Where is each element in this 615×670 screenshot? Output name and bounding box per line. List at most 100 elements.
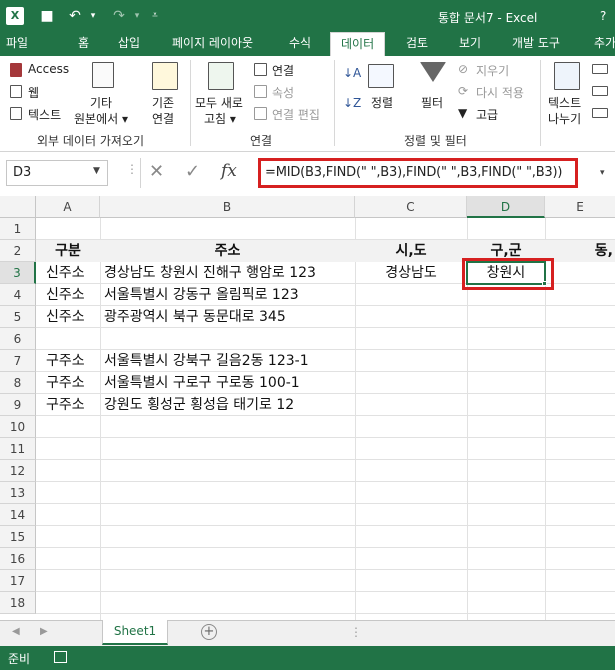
row-header[interactable]: 5 [0,306,36,328]
scroll-left-icon[interactable]: ◀ [12,626,20,637]
new-sheet-icon[interactable]: + [201,624,217,640]
grid-line [36,459,615,460]
header-cell-category[interactable]: 구분 [36,240,100,262]
from-text-button[interactable]: 텍스트 [28,106,61,123]
header-cell-address[interactable]: 주소 [100,240,355,262]
sort-button[interactable]: 정렬 [371,94,393,111]
row-header[interactable]: 10 [0,416,36,438]
sort-descending-icon[interactable]: ↓Z [343,96,361,110]
row-header[interactable]: 11 [0,438,36,460]
flash-fill-icon[interactable] [592,64,608,74]
tab-page-layout[interactable]: 페이지 레이아웃 [172,32,253,56]
row-header[interactable]: 18 [0,592,36,614]
row-header[interactable]: 15 [0,526,36,548]
column-header-d[interactable]: D [467,196,545,218]
help-icon[interactable]: ? [600,9,606,23]
tab-addins[interactable]: 추가 [594,32,615,56]
group-external-data: 외부 데이터 가져오기 [37,134,144,148]
column-header-a[interactable]: A [36,196,100,218]
existing-connections-label2[interactable]: 연결 [152,110,174,127]
sheet-tab-sheet1[interactable]: Sheet1 [102,620,168,645]
connections-button[interactable]: 연결 [272,62,294,79]
tab-data[interactable]: 데이터 [330,32,386,56]
enter-icon[interactable]: ✓ [185,161,200,182]
data-validation-icon[interactable] [592,108,608,118]
cell-category[interactable]: 구주소 [46,372,85,394]
select-all-button[interactable] [0,196,36,218]
row-header[interactable]: 2 [0,240,36,262]
edit-links-button[interactable]: 연결 편집 [272,106,320,123]
cell-category[interactable]: 신주소 [46,262,85,284]
cell-category[interactable]: 신주소 [46,284,85,306]
tab-insert[interactable]: 삽입 [118,32,140,56]
redo-dropdown-icon[interactable]: ▾ [128,7,146,25]
filter-button[interactable]: 필터 [421,94,443,111]
insert-function-icon[interactable]: fx [221,161,237,181]
column-header-e[interactable]: E [545,196,615,218]
row-header[interactable]: 1 [0,218,36,240]
title-bar: X ■ ↶ ▾ ↷ ▾ ⩡ 통합 문서7 - Excel ? [0,0,615,32]
remove-duplicates-icon[interactable] [592,86,608,96]
cell-province[interactable]: 경상남도 [355,262,467,284]
scroll-right-icon[interactable]: ▶ [40,626,48,637]
row-header[interactable]: 3 [0,262,36,284]
column-header-c[interactable]: C [355,196,467,218]
row-header[interactable]: 6 [0,328,36,350]
cancel-icon[interactable]: ✕ [149,161,164,182]
refresh-all-label1[interactable]: 모두 새로 [195,94,243,111]
column-header-b[interactable]: B [100,196,355,218]
reapply-button[interactable]: 다시 적용 [476,84,524,101]
other-sources-label1[interactable]: 기타 [90,94,112,111]
save-icon[interactable]: ■ [38,7,56,25]
row-header[interactable]: 12 [0,460,36,482]
refresh-all-label2[interactable]: 고침 ▾ [204,110,236,127]
sort-ascending-icon[interactable]: ↓A [343,66,361,80]
text-to-columns-label1[interactable]: 텍스트 [548,94,581,111]
tab-file[interactable]: 파일 [6,32,28,56]
row-header[interactable]: 9 [0,394,36,416]
tab-review[interactable]: 검토 [406,32,428,56]
name-box[interactable]: D3 ▼ [6,160,108,186]
undo-dropdown-icon[interactable]: ▾ [84,7,102,25]
cell-category[interactable]: 신주소 [46,306,85,328]
cell-address[interactable]: 강원도 횡성군 횡성읍 태기로 12 [104,394,294,416]
header-cell-province[interactable]: 시,도 [355,240,467,262]
row-header[interactable]: 7 [0,350,36,372]
header-cell-dong[interactable]: 동, [545,240,615,262]
name-box-dropdown-icon[interactable]: ▼ [93,166,100,176]
tab-developer[interactable]: 개발 도구 [512,32,560,56]
cell-address[interactable]: 서울특별시 강동구 올림픽로 123 [104,284,299,306]
tab-view[interactable]: 보기 [459,32,481,56]
cell-category[interactable]: 구주소 [46,350,85,372]
redo-icon[interactable]: ↷ [110,7,128,25]
tab-splitter-icon[interactable]: ⋮ [350,625,362,639]
undo-icon[interactable]: ↶ [66,7,84,25]
cell-address[interactable]: 서울특별시 강북구 길음2동 123-1 [104,350,309,372]
cell-address[interactable]: 서울특별시 구로구 구로동 100-1 [104,372,300,394]
row-header[interactable]: 16 [0,548,36,570]
web-button[interactable]: 웹 [28,84,39,101]
tab-home[interactable]: 홈 [78,32,89,56]
row-header[interactable]: 4 [0,284,36,306]
text-to-columns-label2[interactable]: 나누기 [548,110,581,127]
formula-expand-icon[interactable]: ▾ [600,168,605,178]
access-button[interactable]: Access [28,62,69,76]
cell-address[interactable]: 광주광역시 북구 동문대로 345 [104,306,286,328]
formula-bar-grip-icon: ⋮ [126,162,138,176]
grid-line [36,591,615,592]
row-header[interactable]: 17 [0,570,36,592]
row-header[interactable]: 14 [0,504,36,526]
existing-connections-label1[interactable]: 기존 [152,94,174,111]
row-header[interactable]: 8 [0,372,36,394]
advanced-filter-button[interactable]: 고급 [476,106,498,123]
formula-input[interactable]: =MID(B3,FIND(" ",B3),FIND(" ",B3,FIND(" … [258,158,578,188]
clear-filter-button[interactable]: 지우기 [476,62,509,79]
macro-record-icon[interactable] [54,651,67,663]
row-header[interactable]: 13 [0,482,36,504]
customize-quick-access-icon[interactable]: ⩡ [146,7,164,25]
tab-formulas[interactable]: 수식 [289,32,311,56]
cell-category[interactable]: 구주소 [46,394,85,416]
cell-address[interactable]: 경상남도 창원시 진해구 행암로 123 [104,262,316,284]
properties-button[interactable]: 속성 [272,84,294,101]
other-sources-label2[interactable]: 원본에서 ▾ [74,110,128,127]
